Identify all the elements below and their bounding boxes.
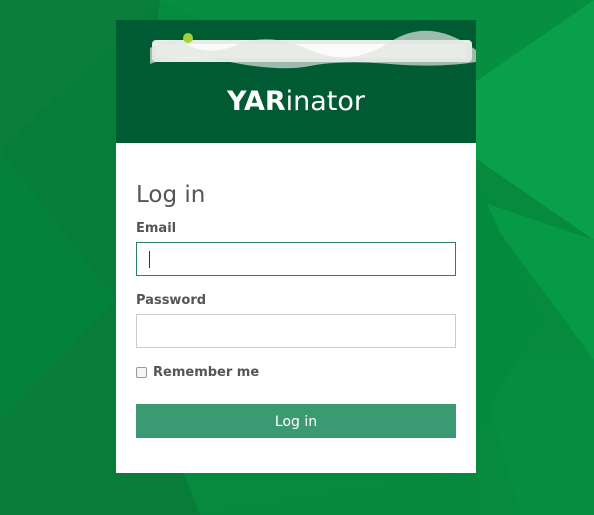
remember-me-label[interactable]: Remember me xyxy=(153,365,259,380)
redacted-logo-strip xyxy=(150,30,476,69)
email-label: Email xyxy=(136,221,177,236)
app-title-bold: YAR xyxy=(226,86,286,117)
password-label: Password xyxy=(136,293,207,308)
email-field[interactable] xyxy=(136,242,456,276)
form-title: Log in xyxy=(136,182,206,208)
remember-me-row[interactable]: Remember me xyxy=(136,365,259,380)
app-title: YARinator xyxy=(116,84,476,120)
remember-me-checkbox[interactable] xyxy=(136,367,147,378)
app-title-rest: inator xyxy=(285,86,366,117)
text-caret xyxy=(149,251,150,268)
login-button[interactable]: Log in xyxy=(136,404,456,438)
password-field[interactable] xyxy=(136,314,456,348)
card-header: YARinator xyxy=(116,20,476,143)
login-card: YARinator Log in Email Password Remember… xyxy=(116,20,476,473)
